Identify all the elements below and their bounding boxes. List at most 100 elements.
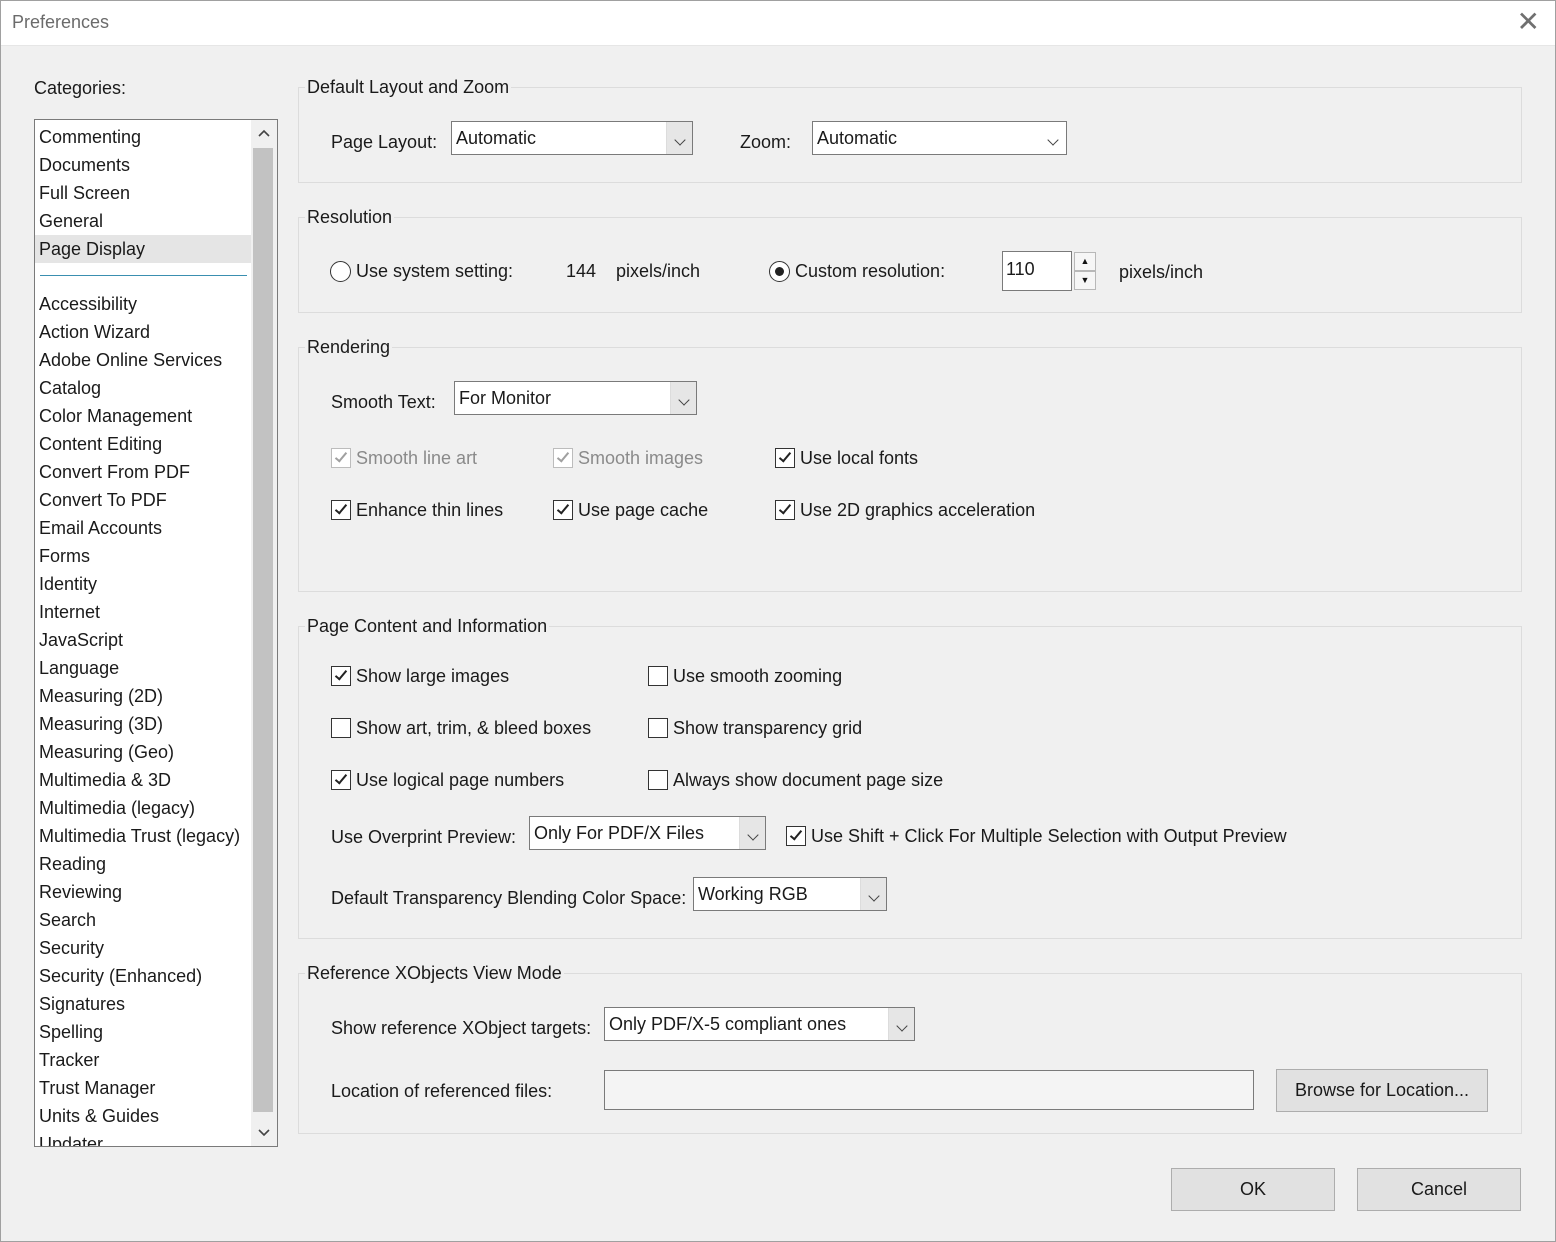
scroll-up-icon[interactable] <box>251 120 277 146</box>
category-item-email-accounts[interactable]: Email Accounts <box>35 514 251 542</box>
category-item-page-display[interactable]: Page Display <box>35 235 251 263</box>
category-item-convert-from-pdf[interactable]: Convert From PDF <box>35 458 251 486</box>
category-item-language[interactable]: Language <box>35 654 251 682</box>
show-large-images-label: Show large images <box>356 666 510 686</box>
spin-down-icon[interactable]: ▼ <box>1074 271 1096 290</box>
rendering-title: Rendering <box>305 336 393 358</box>
system-setting-radio[interactable] <box>330 261 351 282</box>
referenced-files-location-field[interactable] <box>604 1070 1254 1110</box>
category-item-convert-to-pdf[interactable]: Convert To PDF <box>35 486 251 514</box>
category-item-multimedia-legacy[interactable]: Multimedia (legacy) <box>35 794 251 822</box>
chevron-down-icon[interactable] <box>739 817 765 849</box>
show-art-boxes-label: Show art, trim, & bleed boxes <box>356 718 592 738</box>
category-item-search[interactable]: Search <box>35 906 251 934</box>
category-item-forms[interactable]: Forms <box>35 542 251 570</box>
category-item-action-wizard[interactable]: Action Wizard <box>35 318 251 346</box>
custom-resolution-input[interactable]: 110 <box>1002 251 1072 291</box>
smooth-text-label: Smooth Text: <box>331 392 436 412</box>
layout-zoom-title: Default Layout and Zoom <box>305 76 512 98</box>
xobject-targets-dropdown[interactable]: Only PDF/X-5 compliant ones <box>604 1007 915 1041</box>
use-page-cache-checkbox[interactable] <box>553 500 573 520</box>
scrollbar-thumb[interactable] <box>253 148 273 1112</box>
category-item-multimedia-3d[interactable]: Multimedia & 3D <box>35 766 251 794</box>
page-content-title: Page Content and Information <box>305 615 550 637</box>
xobjects-title: Reference XObjects View Mode <box>305 962 564 984</box>
ok-button[interactable]: OK <box>1171 1168 1335 1211</box>
category-item-security-enhanced[interactable]: Security (Enhanced) <box>35 962 251 990</box>
close-icon[interactable]: ✕ <box>1517 8 1540 36</box>
use-2d-acceleration-label: Use 2D graphics acceleration <box>800 500 1036 520</box>
chevron-down-icon[interactable] <box>1040 122 1066 154</box>
show-large-images-checkbox[interactable] <box>331 666 351 686</box>
categories-scrollbar[interactable] <box>251 120 277 1146</box>
categories-label: Categories: <box>34 78 127 98</box>
category-item-tracker[interactable]: Tracker <box>35 1046 251 1074</box>
zoom-label: Zoom: <box>740 132 792 152</box>
category-item-general[interactable]: General <box>35 207 251 235</box>
chevron-down-icon[interactable] <box>670 382 696 414</box>
shift-click-selection-label: Use Shift + Click For Multiple Selection… <box>811 826 1287 846</box>
category-item-adobe-online-services[interactable]: Adobe Online Services <box>35 346 251 374</box>
category-item-identity[interactable]: Identity <box>35 570 251 598</box>
category-item-measuring-2d[interactable]: Measuring (2D) <box>35 682 251 710</box>
category-item-signatures[interactable]: Signatures <box>35 990 251 1018</box>
category-item-security[interactable]: Security <box>35 934 251 962</box>
category-item-full-screen[interactable]: Full Screen <box>35 179 251 207</box>
always-show-page-size-label: Always show document page size <box>673 770 944 790</box>
smooth-text-dropdown[interactable]: For Monitor <box>454 381 697 415</box>
overprint-preview-dropdown[interactable]: Only For PDF/X Files <box>529 816 766 850</box>
category-item-measuring-3d[interactable]: Measuring (3D) <box>35 710 251 738</box>
category-item-multimedia-trust-legacy[interactable]: Multimedia Trust (legacy) <box>35 822 251 850</box>
enhance-thin-lines-checkbox[interactable] <box>331 500 351 520</box>
overprint-preview-label: Use Overprint Preview: <box>331 827 517 847</box>
overprint-preview-value: Only For PDF/X Files <box>534 823 705 843</box>
category-item-reviewing[interactable]: Reviewing <box>35 878 251 906</box>
chevron-down-icon[interactable] <box>888 1008 914 1040</box>
use-local-fonts-checkbox[interactable] <box>775 448 795 468</box>
category-item-measuring-geo[interactable]: Measuring (Geo) <box>35 738 251 766</box>
categories-list[interactable]: Commenting Documents Full Screen General Pag… <box>34 119 278 1147</box>
category-item-content-editing[interactable]: Content Editing <box>35 430 251 458</box>
use-smooth-zooming-checkbox[interactable] <box>648 666 668 686</box>
custom-resolution-radio[interactable] <box>769 261 790 282</box>
custom-resolution-label: Custom resolution: <box>795 261 946 281</box>
title-bar <box>0 0 1556 46</box>
list-separator <box>40 275 247 276</box>
chevron-down-icon[interactable] <box>666 122 692 154</box>
page-layout-label: Page Layout: <box>331 132 438 152</box>
category-item-documents[interactable]: Documents <box>35 151 251 179</box>
use-smooth-zooming-label: Use smooth zooming <box>673 666 843 686</box>
smooth-text-value: For Monitor <box>459 388 552 408</box>
zoom-dropdown[interactable]: Automatic <box>812 121 1067 155</box>
page-layout-dropdown[interactable]: Automatic <box>451 121 693 155</box>
category-item-trust-manager[interactable]: Trust Manager <box>35 1074 251 1102</box>
cancel-button[interactable]: Cancel <box>1357 1168 1521 1211</box>
zoom-value: Automatic <box>817 128 898 148</box>
category-item-commenting[interactable]: Commenting <box>35 123 251 151</box>
category-item-catalog[interactable]: Catalog <box>35 374 251 402</box>
custom-resolution-unit: pixels/inch <box>1119 262 1204 282</box>
logical-page-numbers-checkbox[interactable] <box>331 770 351 790</box>
category-item-reading[interactable]: Reading <box>35 850 251 878</box>
use-2d-acceleration-checkbox[interactable] <box>775 500 795 520</box>
category-item-internet[interactable]: Internet <box>35 598 251 626</box>
spin-up-icon[interactable]: ▲ <box>1074 252 1096 271</box>
category-item-color-management[interactable]: Color Management <box>35 402 251 430</box>
window-title: Preferences <box>12 12 110 32</box>
category-item-updater[interactable]: Updater <box>35 1130 251 1146</box>
use-local-fonts-label: Use local fonts <box>800 448 919 468</box>
category-item-accessibility[interactable]: Accessibility <box>35 290 251 318</box>
scroll-down-icon[interactable] <box>251 1120 277 1146</box>
category-item-units-guides[interactable]: Units & Guides <box>35 1102 251 1130</box>
logical-page-numbers-label: Use logical page numbers <box>356 770 565 790</box>
category-item-javascript[interactable]: JavaScript <box>35 626 251 654</box>
blending-color-space-dropdown[interactable]: Working RGB <box>693 877 887 911</box>
always-show-page-size-checkbox[interactable] <box>648 770 668 790</box>
enhance-thin-lines-label: Enhance thin lines <box>356 500 504 520</box>
browse-location-button[interactable]: Browse for Location... <box>1276 1069 1488 1112</box>
chevron-down-icon[interactable] <box>860 878 886 910</box>
show-transparency-grid-checkbox[interactable] <box>648 718 668 738</box>
shift-click-selection-checkbox[interactable] <box>786 826 806 846</box>
show-art-boxes-checkbox[interactable] <box>331 718 351 738</box>
category-item-spelling[interactable]: Spelling <box>35 1018 251 1046</box>
